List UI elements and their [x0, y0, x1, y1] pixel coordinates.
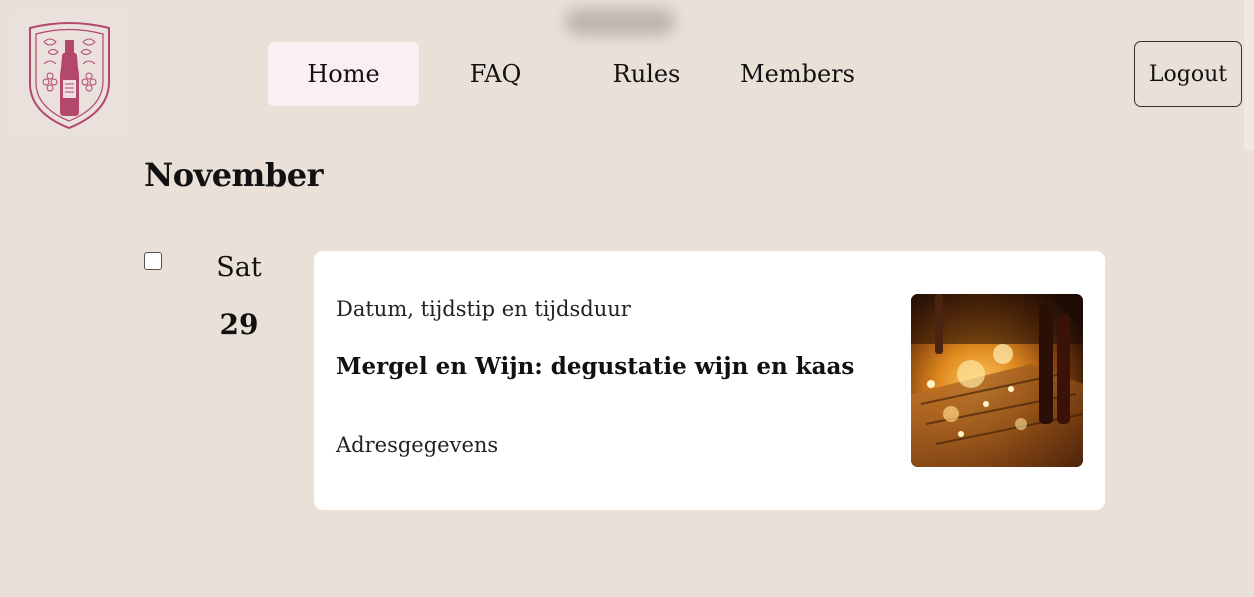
event-address-label: Adresgegevens	[336, 433, 499, 457]
blurred-site-title	[565, 8, 675, 36]
event-day-number: 29	[219, 308, 259, 341]
event-card[interactable]: Datum, tijdstip en tijdsduur Mergel en W…	[314, 251, 1105, 510]
nav-home[interactable]: Home	[268, 42, 419, 106]
nav-rules-label: Rules	[612, 60, 681, 88]
nav-members[interactable]: Members	[722, 42, 873, 106]
event-checkbox[interactable]	[144, 252, 162, 270]
event-day-name: Sat	[216, 252, 262, 283]
event-title[interactable]: Mergel en Wijn: degustatie wijn en kaas	[336, 353, 854, 380]
month-heading: November	[144, 156, 324, 194]
logout-button[interactable]: Logout	[1134, 41, 1242, 107]
event-datetime-label: Datum, tijdstip en tijdsduur	[336, 297, 631, 321]
edge-divider	[1244, 0, 1254, 150]
wine-table-candlelight-image	[911, 294, 1083, 467]
nav-home-label: Home	[307, 60, 380, 88]
nav-faq[interactable]: FAQ	[420, 42, 571, 106]
club-logo[interactable]	[12, 12, 127, 134]
nav-faq-label: FAQ	[469, 60, 522, 88]
event-image	[911, 294, 1083, 467]
page: Home FAQ Rules Members Logout November S…	[0, 0, 1254, 597]
wine-bottle-crest-icon	[28, 22, 110, 130]
nav-members-label: Members	[740, 60, 855, 88]
nav-rules[interactable]: Rules	[571, 42, 722, 106]
